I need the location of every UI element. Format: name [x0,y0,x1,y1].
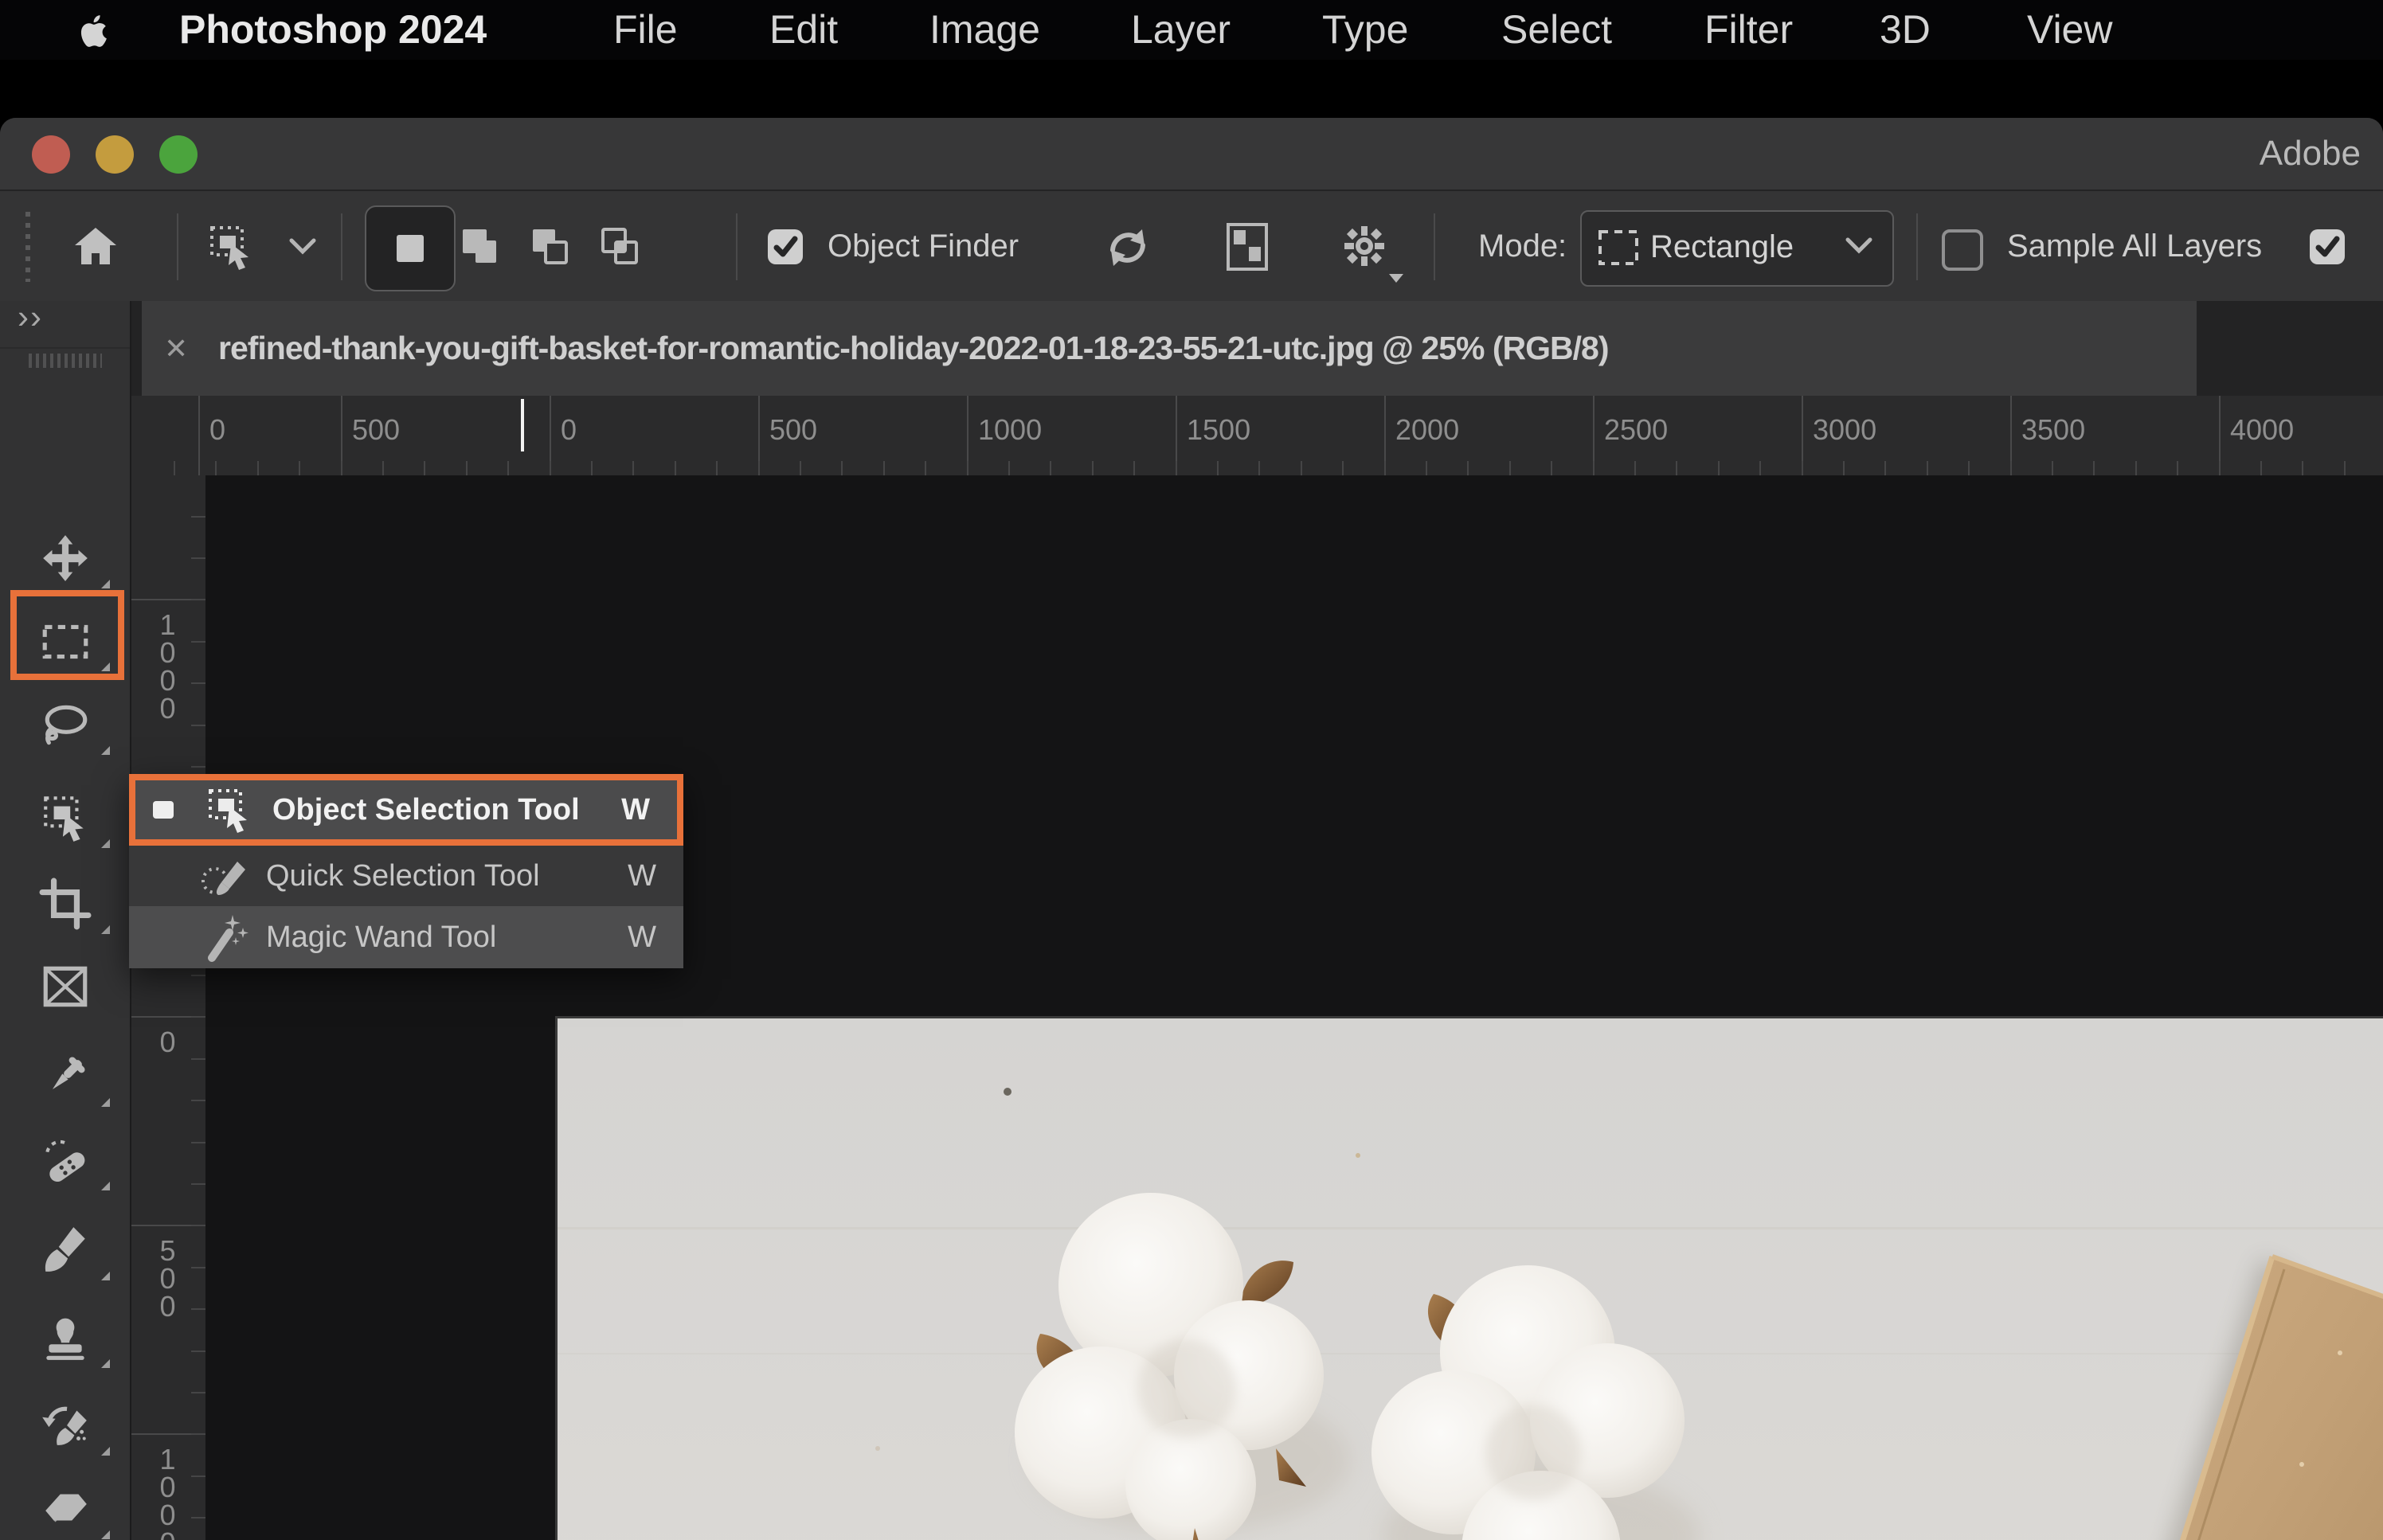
collapse-panel-icon[interactable]: ›› [18,298,43,336]
zoom-window-button[interactable] [159,135,198,174]
tool-flyout-menu: Object Selection Tool W Quick Selection … [129,774,683,968]
menu-type[interactable]: Type [1322,0,1408,60]
hruler-label: 0 [561,413,577,447]
vruler-label: 500 [151,1234,184,1318]
ruler-cursor-marker [521,399,524,451]
separator [1916,213,1918,280]
tool-options-bar: Object Finder [0,191,2383,303]
separator [177,213,178,280]
show-all-objects-icon[interactable] [1223,221,1271,272]
tool-eyedropper[interactable] [14,1038,116,1115]
hruler-label: 3000 [1813,413,1876,447]
hruler-label: 4000 [2230,413,2294,447]
chevron-down-icon[interactable] [285,236,320,260]
vruler-label: 1000 [151,608,184,720]
document-tab-bar: ✕ refined-thank-you-gift-basket-for-roma… [131,301,2383,397]
tool-spot-healing-brush[interactable] [14,1122,116,1198]
ruler-vertical[interactable]: 1000500050010001 [131,475,207,1540]
tools-panel-grip[interactable] [29,354,102,368]
apple-logo-icon[interactable] [73,10,115,52]
app-menu-title[interactable]: Photoshop 2024 [179,0,487,60]
separator [736,213,738,280]
flyout-item-magic-wand[interactable]: Magic Wand Tool W [129,906,683,968]
options-bar-grip[interactable] [25,212,30,282]
quick-selection-tool-icon [198,850,248,901]
magic-wand-tool-icon [198,912,248,963]
rectangle-mode-icon [1596,228,1641,268]
close-window-button[interactable] [32,135,70,174]
mode-label: Mode: [1478,191,1567,301]
current-tool-bullet [153,801,174,819]
menu-image[interactable]: Image [929,0,1040,60]
close-tab-icon[interactable]: ✕ [164,301,188,396]
window-title: Adobe [2260,118,2361,190]
gear-icon[interactable] [1338,220,1391,272]
menu-edit[interactable]: Edit [769,0,838,60]
macos-menu-bar: Photoshop 2024 File Edit Image Layer Typ… [0,0,2383,60]
mode-value: Rectangle [1650,212,1794,282]
sample-all-layers-checkbox[interactable] [1942,229,1983,271]
photoshop-screen: Photoshop 2024 File Edit Image Layer Typ… [0,0,2383,1540]
hruler-label: 0 [209,413,225,447]
flyout-item-quick-selection[interactable]: Quick Selection Tool W [129,846,683,906]
mode-dropdown[interactable]: Rectangle [1580,210,1894,287]
object-selection-tool-icon [204,784,255,835]
window-title-bar[interactable]: Adobe [0,118,2383,191]
tool-move[interactable] [14,520,116,596]
intersect-selection-button[interactable] [577,205,664,288]
object-finder-checkbox[interactable] [766,228,804,266]
hruler-label: 500 [352,413,400,447]
tools-panel-header[interactable]: ›› [0,301,130,349]
photoshop-window: Adobe [0,118,2383,1540]
ruler-horizontal[interactable]: 0 500 0 500 1000 1500 2000 2500 3000 3500 4000 [131,396,2383,477]
hruler-label: 3500 [2021,413,2085,447]
minimize-window-button[interactable] [96,135,134,174]
chevron-down-icon [1843,236,1875,258]
photo-content [558,1018,2383,1540]
flyout-item-object-selection[interactable]: Object Selection Tool W [129,774,683,846]
sample-all-layers-label: Sample All Layers [2007,191,2262,301]
menu-file[interactable]: File [613,0,678,60]
tool-eraser[interactable] [14,1471,116,1540]
hruler-label: 2500 [1604,413,1668,447]
tool-brush[interactable] [14,1212,116,1288]
active-tool-highlight [10,590,124,680]
tool-frame[interactable] [14,948,116,1025]
tool-clone-stamp[interactable] [14,1300,116,1376]
menu-filter[interactable]: Filter [1704,0,1793,60]
tool-history-brush[interactable] [14,1387,116,1464]
vruler-label: 1000 [151,1443,184,1540]
separator [1434,213,1435,280]
document-tab-title: refined-thank-you-gift-basket-for-romant… [218,301,1608,396]
vruler-label: 0 [151,1026,184,1053]
tools-panel: ›› [0,301,131,1540]
hruler-label: 1000 [978,413,1042,447]
separator [341,213,342,280]
hruler-label: 1500 [1187,413,1250,447]
hruler-label: 500 [769,413,817,447]
home-icon[interactable] [70,221,121,272]
refresh-icon[interactable] [1103,223,1152,272]
menu-view[interactable]: View [2027,0,2112,60]
gear-dropdown-arrow [1389,274,1403,283]
tool-crop[interactable] [14,866,116,942]
hruler-label: 2000 [1395,413,1459,447]
menu-3d[interactable]: 3D [1880,0,1931,60]
document-tab[interactable]: ✕ refined-thank-you-gift-basket-for-roma… [142,301,2197,396]
canvas-area[interactable] [205,475,2383,1540]
object-selection-tool-icon[interactable] [205,221,256,272]
menu-layer[interactable]: Layer [1131,0,1231,60]
menu-select[interactable]: Select [1501,0,1612,60]
edge-checkbox-checked[interactable] [2308,228,2346,266]
object-finder-label: Object Finder [828,191,1019,301]
tool-lasso[interactable] [14,686,116,763]
tool-object-selection[interactable] [14,780,116,856]
document-image[interactable] [555,1016,2383,1540]
